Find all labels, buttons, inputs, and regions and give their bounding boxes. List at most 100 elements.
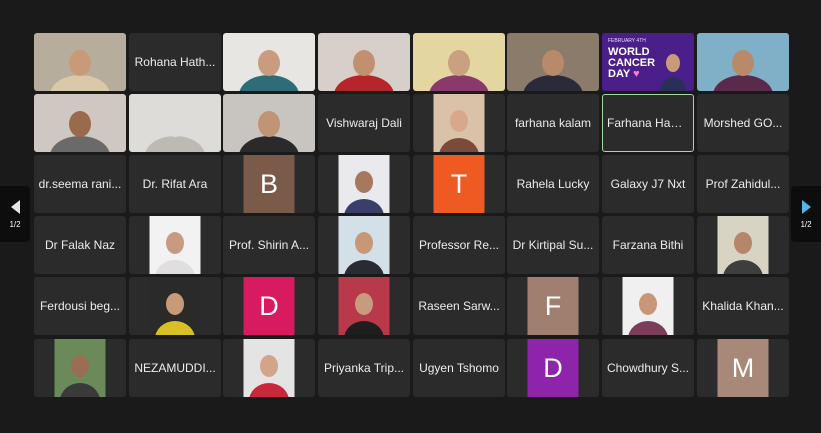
participant-tile[interactable]: Chowdhury S... (602, 339, 694, 397)
participant-tile[interactable] (697, 216, 789, 274)
participant-avatar-initial: F (527, 277, 579, 335)
chevron-left-icon (10, 199, 20, 214)
participant-name: Ugyen Tshomo (419, 361, 499, 375)
previous-page-button[interactable]: 1/2 (0, 186, 30, 242)
participant-tile[interactable]: Rahela Lucky (507, 155, 599, 213)
world-cancer-day-banner: FEBRUARY 4TH WORLD CANCER DAY ♥ (602, 33, 694, 91)
participant-tile[interactable]: Prof Zahidul... (697, 155, 789, 213)
participant-tile[interactable]: Galaxy J7 Nxt (602, 155, 694, 213)
participant-name: Morshed GO... (703, 116, 783, 130)
chevron-right-icon (801, 199, 811, 214)
participant-tile[interactable]: Morshed GO... (697, 94, 789, 152)
participant-video (697, 33, 789, 91)
participant-tile[interactable] (697, 33, 789, 91)
participant-tile[interactable] (413, 33, 505, 91)
speaker-figure (659, 54, 687, 91)
participant-tile[interactable] (223, 33, 315, 91)
participant-tile[interactable] (129, 94, 221, 152)
participant-tile[interactable]: FEBRUARY 4TH WORLD CANCER DAY ♥ (602, 33, 694, 91)
participant-video (129, 94, 221, 152)
participant-video (507, 33, 599, 91)
participant-tile[interactable]: Khalida Khan... (697, 277, 789, 335)
participant-name: farhana kalam (514, 116, 592, 130)
participant-tile[interactable] (318, 155, 410, 213)
participant-name: Vishwaraj Dali (326, 116, 402, 130)
page-indicator-right: 1/2 (800, 219, 812, 229)
participant-photo (149, 216, 201, 274)
gallery-view: Rohana Hath... FEBRUARY 4TH WORLD CANCER DAY… (0, 0, 821, 433)
participant-name: Ferdousi beg... (39, 299, 121, 313)
heart-icon: ♥ (630, 68, 640, 80)
participant-avatar-initial: T (433, 155, 485, 213)
participant-photo (622, 277, 674, 335)
participant-tile[interactable]: farhana kalam (507, 94, 599, 152)
participant-tile[interactable]: NEZAMUDDI... (129, 339, 221, 397)
participant-name: Galaxy J7 Nxt (610, 177, 686, 191)
participant-name: Khalida Khan... (702, 299, 784, 313)
participant-name: Prof. Shirin A... (228, 238, 310, 252)
participant-photo (338, 277, 390, 335)
banner-date: FEBRUARY 4TH (608, 38, 646, 44)
participant-tile[interactable] (129, 216, 221, 274)
participant-video (223, 94, 315, 152)
participant-tile[interactable]: Raseen Sarw... (413, 277, 505, 335)
participant-tile[interactable]: T (413, 155, 505, 213)
participant-tile[interactable]: Rohana Hath... (129, 33, 221, 91)
participant-tile[interactable]: Farhana Haque (602, 94, 694, 152)
participant-name: Professor Re... (418, 238, 500, 252)
participant-tile[interactable] (34, 339, 126, 397)
participant-name: NEZAMUDDI... (134, 361, 216, 375)
participant-tile[interactable]: Dr Falak Naz (34, 216, 126, 274)
participant-tile[interactable]: Farzana Bithi (602, 216, 694, 274)
participant-tile[interactable]: F (507, 277, 599, 335)
participant-tile[interactable]: Ugyen Tshomo (413, 339, 505, 397)
participant-video (34, 33, 126, 91)
participant-tile[interactable]: Dr. Rifat Ara (129, 155, 221, 213)
participant-name: Rohana Hath... (134, 55, 216, 69)
participant-name: dr.seema rani... (38, 177, 122, 191)
participant-photo (243, 339, 295, 397)
participant-tile[interactable] (318, 33, 410, 91)
participant-photo (149, 277, 201, 335)
participant-video (34, 94, 126, 152)
participant-tile[interactable]: Professor Re... (413, 216, 505, 274)
participant-tile[interactable]: M (697, 339, 789, 397)
participant-tile[interactable] (34, 94, 126, 152)
participant-name: Farhana Haque (607, 116, 691, 130)
participant-photo (338, 155, 390, 213)
participant-tile[interactable]: D (223, 277, 315, 335)
participant-name: Farzana Bithi (612, 238, 684, 252)
participant-tile[interactable] (223, 339, 315, 397)
participant-tile[interactable]: D (507, 339, 599, 397)
participant-tile[interactable] (223, 94, 315, 152)
participant-name: Dr. Rifat Ara (142, 177, 208, 191)
participant-tile[interactable]: dr.seema rani... (34, 155, 126, 213)
participant-tile[interactable] (602, 277, 694, 335)
participant-tile[interactable]: Prof. Shirin A... (223, 216, 315, 274)
participant-tile[interactable]: Dr Kirtipal Su... (507, 216, 599, 274)
next-page-button[interactable]: 1/2 (791, 186, 821, 242)
participant-tile[interactable]: Priyanka Trip... (318, 339, 410, 397)
participant-avatar-initial: B (243, 155, 295, 213)
participant-name: Chowdhury S... (606, 361, 690, 375)
participant-tile[interactable] (413, 94, 505, 152)
participant-tile[interactable]: Vishwaraj Dali (318, 94, 410, 152)
participant-name: Prof Zahidul... (705, 177, 781, 191)
participant-name: Dr Falak Naz (44, 238, 115, 252)
participant-tile[interactable]: Ferdousi beg... (34, 277, 126, 335)
participant-tile[interactable] (129, 277, 221, 335)
participant-avatar-initial: D (243, 277, 295, 335)
participant-tile[interactable] (318, 216, 410, 274)
participant-tile[interactable] (507, 33, 599, 91)
participant-tile[interactable] (34, 33, 126, 91)
participant-avatar-initial: D (527, 339, 579, 397)
participant-name: Raseen Sarw... (418, 299, 500, 313)
participant-video (223, 33, 315, 91)
banner-line-3: DAY (608, 68, 631, 80)
participant-tile[interactable]: B (223, 155, 315, 213)
participant-avatar-initial: M (717, 339, 769, 397)
participant-tile[interactable] (318, 277, 410, 335)
participant-photo (338, 216, 390, 274)
participant-video (318, 33, 410, 91)
participant-name: Priyanka Trip... (323, 361, 405, 375)
